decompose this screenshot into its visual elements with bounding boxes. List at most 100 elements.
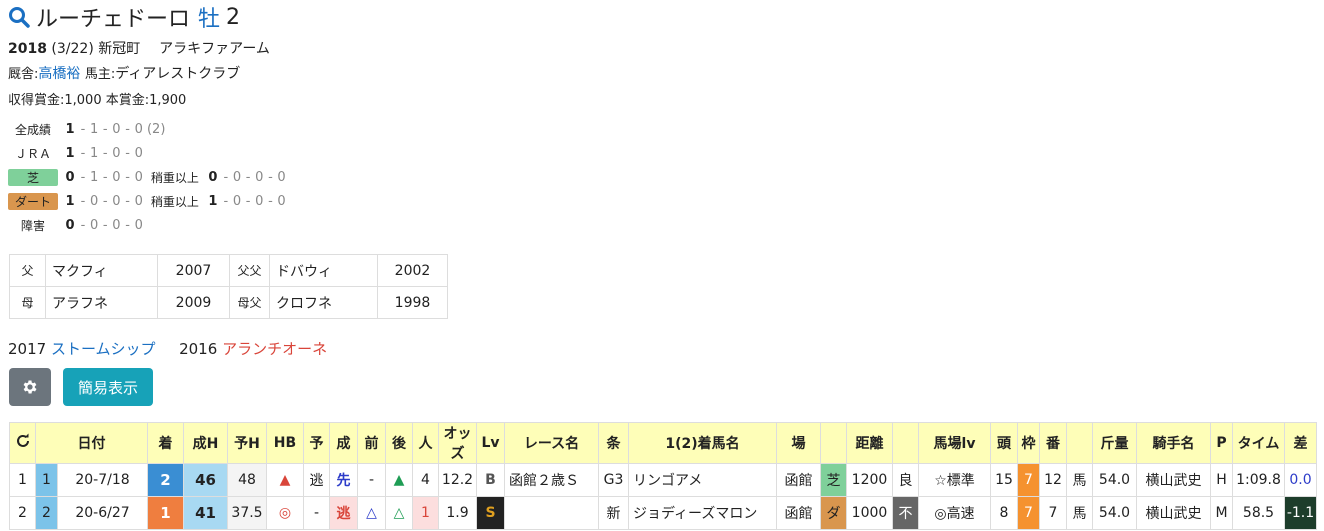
birth-info: 2018 (3/22) 新冠町 アラキファアーム — [8, 38, 270, 58]
row-jockey[interactable]: 横山武史 — [1136, 496, 1211, 530]
row-ban: 12 — [1039, 463, 1067, 497]
header-baba-lv[interactable]: 馬場lv — [918, 422, 991, 464]
row-rank: 1 — [147, 496, 184, 530]
record-win: 1 — [65, 193, 75, 209]
refresh-header[interactable] — [9, 422, 36, 464]
header-seiH[interactable]: 成H — [183, 422, 228, 464]
record-label: ＪＲＡ — [14, 146, 51, 161]
sire-sire-label: 父父 — [229, 254, 270, 287]
header-pop[interactable]: 人 — [412, 422, 439, 464]
header-distance[interactable]: 距離 — [846, 422, 893, 464]
row-pop: 1 — [412, 496, 439, 530]
header-lv[interactable]: Lv — [476, 422, 505, 464]
trainer-link[interactable]: 高橋裕 — [38, 66, 80, 82]
record-dirt: ダート 1-0-0-0 稍重以上 1-0-0-0 — [8, 191, 286, 211]
row-sex: 馬 — [1066, 496, 1093, 530]
header-class[interactable]: 条 — [598, 422, 629, 464]
header-winner[interactable]: 1(2)着馬名 — [628, 422, 777, 464]
header-jockey[interactable]: 騎手名 — [1136, 422, 1211, 464]
row-distance: 1200 — [846, 463, 893, 497]
birth-place: 新冠町 — [98, 41, 141, 57]
header-condition[interactable] — [892, 422, 919, 464]
row-place: 函館 — [776, 496, 821, 530]
breeder: アラキファアーム — [159, 41, 270, 57]
simple-view-button[interactable]: 簡易表示 — [63, 368, 153, 406]
header-odds[interactable]: オッズ — [438, 422, 477, 464]
sibling-link[interactable]: アランチオーネ — [222, 340, 327, 358]
row-rank: 2 — [147, 463, 184, 497]
settings-button[interactable] — [9, 368, 51, 406]
row-winner[interactable]: リンゴアメ — [628, 463, 777, 497]
row-seiH: 46 — [183, 463, 228, 497]
row-place: 函館 — [776, 463, 821, 497]
row-ato: △ — [385, 496, 413, 530]
record-other: 0 — [134, 193, 143, 209]
row-seiH: 41 — [183, 496, 228, 530]
refresh-icon[interactable] — [15, 433, 31, 449]
row-mae: △ — [357, 496, 386, 530]
header-mae[interactable]: 前 — [357, 422, 386, 464]
header-surface[interactable] — [820, 422, 847, 464]
heavy-other: 0 — [277, 193, 286, 209]
heavy-second: 0 — [232, 193, 242, 209]
row-baba: ☆標準 — [918, 463, 991, 497]
row-race[interactable] — [504, 496, 599, 530]
record-third: 0 — [112, 121, 121, 137]
header-heads[interactable]: 頭 — [990, 422, 1018, 464]
row-sei: 逃 — [329, 496, 358, 530]
sibling-link[interactable]: ストームシップ — [51, 340, 156, 358]
record-label: ダート — [8, 192, 58, 210]
row-date[interactable]: 20-6/27 — [57, 496, 148, 530]
row-time: 1:09.8 — [1232, 463, 1285, 497]
header-sex[interactable] — [1066, 422, 1093, 464]
header-time[interactable]: タイム — [1232, 422, 1285, 464]
row-no: 1 — [9, 463, 36, 497]
table-row[interactable]: 1 1 20-7/18 2 46 48 ▲ 逃 先 - ▲ 4 12.2 B 函… — [9, 463, 1317, 497]
pedigree-row-sire: 父 マクフィ 2007 父父 ドバウィ 2002 — [9, 254, 448, 287]
header-date[interactable]: 日付 — [35, 422, 148, 464]
row-heads: 8 — [990, 496, 1018, 530]
row-date[interactable]: 20-7/18 — [57, 463, 148, 497]
row-surface: ダ — [820, 496, 847, 530]
header-p[interactable]: P — [1210, 422, 1233, 464]
row-num: 1 — [35, 463, 58, 497]
record-extra: (2) — [146, 121, 166, 137]
dam-sire-label: 母父 — [229, 286, 270, 319]
header-sei[interactable]: 成 — [329, 422, 358, 464]
header-place[interactable]: 場 — [776, 422, 821, 464]
results-header-row: 日付 着 成H 予H HB 予 成 前 後 人 オッズ Lv レース名 条 1(… — [9, 422, 1317, 464]
record-label: 障害 — [20, 218, 45, 233]
row-jockey[interactable]: 横山武史 — [1136, 463, 1211, 497]
search-icon[interactable] — [8, 6, 30, 28]
row-race[interactable]: 函館２歳Ｓ — [504, 463, 599, 497]
dam-name: アラフネ — [45, 286, 158, 319]
horse-sex: 牡 — [198, 7, 221, 32]
header-diff[interactable]: 差 — [1284, 422, 1317, 464]
header-ato[interactable]: 後 — [385, 422, 413, 464]
horse-age: 2 — [226, 4, 241, 30]
owner-label: 馬主: — [84, 67, 116, 82]
row-pop: 4 — [412, 463, 439, 497]
header-hb[interactable]: HB — [266, 422, 304, 464]
row-ban: 7 — [1039, 496, 1067, 530]
header-weight[interactable]: 斤量 — [1092, 422, 1137, 464]
heavy-win: 0 — [208, 169, 218, 185]
record-second: 1 — [90, 145, 99, 161]
pedigree-row-dam: 母 アラフネ 2009 母父 クロフネ 1998 — [9, 286, 448, 319]
record-second: 0 — [90, 217, 99, 233]
row-winner[interactable]: ジョディーズマロン — [628, 496, 777, 530]
table-row[interactable]: 2 2 20-6/27 1 41 37.5 ◎ - 逃 △ △ 1 1.9 S … — [9, 496, 1317, 530]
row-yoH: 37.5 — [227, 496, 267, 530]
header-yoH[interactable]: 予H — [227, 422, 267, 464]
header-race[interactable]: レース名 — [504, 422, 599, 464]
header-ban[interactable]: 番 — [1039, 422, 1067, 464]
header-rank[interactable]: 着 — [147, 422, 184, 464]
results-table: 日付 着 成H 予H HB 予 成 前 後 人 オッズ Lv レース名 条 1(… — [9, 422, 1317, 530]
header-yo[interactable]: 予 — [303, 422, 330, 464]
sire-name: マクフィ — [45, 254, 158, 287]
heavy-third: 0 — [255, 193, 264, 209]
record-other: 0 — [134, 217, 143, 233]
row-diff: 0.0 — [1284, 463, 1317, 497]
header-waku[interactable]: 枠 — [1017, 422, 1040, 464]
sibling-year: 2017 — [8, 340, 47, 358]
